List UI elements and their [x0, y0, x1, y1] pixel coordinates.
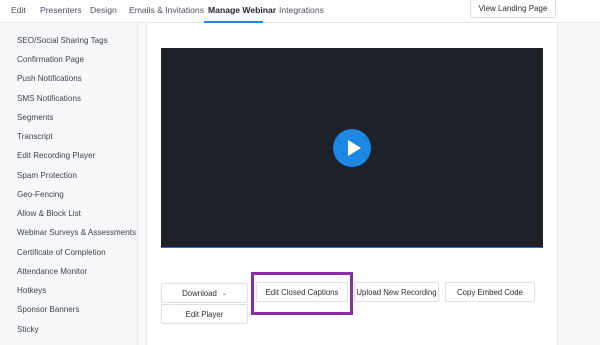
sidebar-item-sms-notifications[interactable]: SMS Notifications — [17, 94, 81, 103]
upload-new-recording-button[interactable]: Upload New Recording — [354, 282, 439, 302]
download-button[interactable]: Download ⌄ — [161, 283, 248, 303]
play-icon — [348, 140, 361, 156]
tab-integrations[interactable]: Integrations — [279, 5, 324, 15]
sidebar: ​ SEO/Social Sharing Tags Confirmation P… — [0, 23, 138, 345]
sidebar-item-seo[interactable]: SEO/Social Sharing Tags — [17, 36, 108, 45]
sidebar-item-allow-block-list[interactable]: Allow & Block List — [17, 209, 81, 218]
tab-manage-webinar[interactable]: Manage Webinar — [208, 5, 276, 15]
edit-player-button[interactable]: Edit Player — [161, 304, 248, 324]
sidebar-item-hotkeys[interactable]: Hotkeys — [17, 286, 46, 295]
chevron-down-icon: ⌄ — [221, 290, 227, 297]
sidebar-item-attendance-monitor[interactable]: Attendance Monitor — [17, 267, 87, 276]
tab-emails-invitations[interactable]: Emails & Invitations — [129, 5, 204, 15]
sidebar-item-confirmation-page[interactable]: Confirmation Page — [17, 55, 84, 64]
copy-embed-code-button[interactable]: Copy Embed Code — [445, 282, 535, 302]
tab-design[interactable]: Design — [90, 5, 117, 15]
sidebar-item-edit-recording-player[interactable]: Edit Recording Player — [17, 151, 95, 160]
sidebar-item-surveys-assessments[interactable]: Webinar Surveys & Assessments — [17, 228, 136, 237]
sidebar-item-segments[interactable]: Segments — [17, 113, 53, 122]
edit-closed-captions-button[interactable]: Edit Closed Captions — [256, 282, 348, 302]
sidebar-item-push-notifications[interactable]: Push Notifications — [17, 74, 82, 83]
play-button[interactable] — [333, 129, 371, 167]
video-player[interactable] — [161, 48, 543, 248]
view-landing-page-button[interactable]: View Landing Page — [470, 0, 556, 18]
download-label: Download — [182, 288, 217, 298]
video-progress-line — [161, 247, 543, 248]
tab-presenters[interactable]: Presenters — [40, 5, 82, 15]
sidebar-item-sticky[interactable]: Sticky — [17, 325, 39, 334]
sidebar-item-sponsor-banners[interactable]: Sponsor Banners — [17, 305, 80, 314]
sidebar-item-geo-fencing[interactable]: Geo-Fencing — [17, 190, 64, 199]
sidebar-item-spam-protection[interactable]: Spam Protection — [17, 171, 77, 180]
top-nav-bar: Edit Presenters Design Emails & Invitati… — [0, 0, 600, 23]
tab-edit[interactable]: Edit — [11, 5, 26, 15]
sidebar-item-certificate-of-completion[interactable]: Certificate of Completion — [17, 248, 106, 257]
sidebar-item-transcript[interactable]: Transcript — [17, 132, 53, 141]
